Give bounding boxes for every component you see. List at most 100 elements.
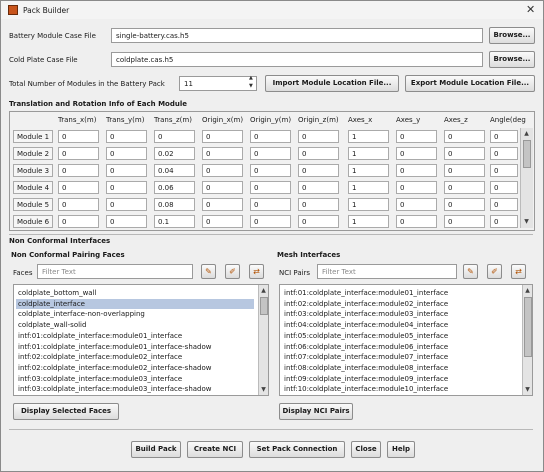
list-item[interactable]: intf:03:coldplate_interface:module03_int… (16, 374, 254, 384)
select-all-icon[interactable]: ✎ (201, 264, 216, 279)
grid-cell[interactable]: 0 (58, 215, 99, 228)
grid-cell[interactable]: 0 (396, 147, 437, 160)
browse-coldplate-button[interactable]: Browse... (489, 51, 535, 68)
grid-cell[interactable]: 0 (444, 130, 485, 143)
grid-cell[interactable]: 0 (490, 181, 518, 194)
grid-cell[interactable]: 0 (298, 198, 339, 211)
grid-cell[interactable]: 0 (250, 147, 291, 160)
import-module-location-button[interactable]: Import Module Location File... (265, 75, 399, 92)
export-module-location-button[interactable]: Export Module Location File... (405, 75, 535, 92)
list-item[interactable]: coldplate_interface (16, 298, 254, 309)
select-all-icon[interactable]: ✎ (463, 264, 478, 279)
scroll-down-icon[interactable]: ▼ (259, 385, 268, 394)
list-item[interactable]: intf:03:coldplate_interface:module03_int… (16, 384, 254, 394)
grid-cell[interactable]: 0 (396, 215, 437, 228)
invert-selection-icon[interactable]: ⇄ (511, 264, 526, 279)
grid-cell[interactable]: 0 (444, 164, 485, 177)
faces-list[interactable]: coldplate_bottom_wall coldplate_interface… (13, 284, 269, 396)
grid-cell[interactable]: 0 (490, 198, 518, 211)
grid-cell[interactable]: 0 (490, 147, 518, 160)
grid-cell[interactable]: 0 (298, 164, 339, 177)
grid-cell[interactable]: 0 (444, 181, 485, 194)
grid-cell[interactable]: 1 (348, 130, 389, 143)
grid-cell[interactable]: 0 (154, 130, 195, 143)
grid-cell[interactable]: 0 (106, 164, 147, 177)
grid-cell[interactable]: 0.06 (154, 181, 195, 194)
battery-file-field[interactable]: single-battery.cas.h5 (111, 28, 483, 43)
grid-cell[interactable]: 0 (106, 181, 147, 194)
list-item[interactable]: intf:02:coldplate_interface:module02_int… (16, 352, 254, 362)
grid-cell[interactable]: 0 (58, 164, 99, 177)
grid-cell[interactable]: 0 (396, 181, 437, 194)
grid-cell[interactable]: 0 (250, 130, 291, 143)
coldplate-file-field[interactable]: coldplate.cas.h5 (111, 52, 483, 67)
deselect-all-icon[interactable]: ✐ (225, 264, 240, 279)
invert-selection-icon[interactable]: ⇄ (249, 264, 264, 279)
grid-cell[interactable]: 0 (298, 215, 339, 228)
grid-cell[interactable]: 0 (250, 215, 291, 228)
list-item[interactable]: intf:07:coldplate_interface:module07_int… (282, 352, 518, 362)
grid-cell[interactable]: 0 (58, 130, 99, 143)
list-item[interactable]: intf:02:coldplate_interface:module02_int… (282, 299, 518, 309)
grid-cell[interactable]: 0.08 (154, 198, 195, 211)
list-item[interactable]: coldplate_interface-non-overlapping (16, 309, 254, 319)
spinner-up-icon[interactable]: ▲ (249, 75, 253, 81)
grid-cell[interactable]: 0.02 (154, 147, 195, 160)
scroll-down-icon[interactable]: ▼ (523, 385, 532, 394)
scroll-thumb[interactable] (524, 297, 532, 357)
nci-filter-input[interactable]: Filter Text (317, 264, 457, 279)
grid-cell[interactable]: 0 (202, 130, 243, 143)
list-item[interactable]: intf:10:coldplate_interface:module10_int… (282, 384, 518, 394)
scroll-up-icon[interactable]: ▲ (523, 286, 532, 295)
grid-cell[interactable]: 0 (106, 198, 147, 211)
grid-cell[interactable]: 0 (202, 215, 243, 228)
grid-cell[interactable]: 0 (106, 215, 147, 228)
grid-cell[interactable]: 0 (202, 164, 243, 177)
grid-vertical-scrollbar[interactable]: ▲ ▼ (520, 128, 533, 228)
list-item[interactable]: intf:01:coldplate_interface:module01_int… (282, 288, 518, 298)
faces-list-scrollbar[interactable]: ▲ ▼ (258, 285, 268, 395)
scroll-up-icon[interactable]: ▲ (259, 286, 268, 295)
grid-cell[interactable]: 0 (490, 130, 518, 143)
scroll-thumb[interactable] (260, 297, 268, 315)
grid-cell[interactable]: 0 (58, 147, 99, 160)
display-nci-pairs-button[interactable]: Display NCI Pairs (279, 403, 353, 420)
grid-cell[interactable]: 0 (444, 147, 485, 160)
scroll-down-icon[interactable]: ▼ (522, 217, 531, 226)
list-item[interactable]: intf:03:coldplate_interface:module03_int… (282, 309, 518, 319)
nci-list-scrollbar[interactable]: ▲ ▼ (522, 285, 532, 395)
grid-cell[interactable]: 0 (106, 147, 147, 160)
grid-cell[interactable]: 0 (298, 147, 339, 160)
list-item[interactable]: intf:05:coldplate_interface:module05_int… (282, 331, 518, 341)
grid-cell[interactable]: 0 (396, 198, 437, 211)
list-item[interactable]: intf:08:coldplate_interface:module08_int… (282, 363, 518, 373)
grid-cell[interactable]: 0 (444, 215, 485, 228)
set-pack-connection-button[interactable]: Set Pack Connection (249, 441, 345, 458)
grid-cell[interactable]: 0 (250, 198, 291, 211)
grid-cell[interactable]: 0 (490, 164, 518, 177)
close-button[interactable]: Close (351, 441, 381, 458)
grid-cell[interactable]: 0 (298, 130, 339, 143)
grid-cell[interactable]: 0.04 (154, 164, 195, 177)
faces-filter-input[interactable]: Filter Text (37, 264, 193, 279)
grid-cell[interactable]: 0 (250, 164, 291, 177)
list-item[interactable]: intf:09:coldplate_interface:module09_int… (282, 374, 518, 384)
grid-cell[interactable]: 0 (58, 198, 99, 211)
list-item[interactable]: intf:06:coldplate_interface:module06_int… (282, 342, 518, 352)
grid-cell[interactable]: 1 (348, 215, 389, 228)
grid-cell[interactable]: 0 (396, 130, 437, 143)
build-pack-button[interactable]: Build Pack (131, 441, 181, 458)
list-item[interactable]: coldplate_wall-solid (16, 320, 254, 330)
grid-cell[interactable]: 1 (348, 181, 389, 194)
grid-cell[interactable]: 1 (348, 164, 389, 177)
nci-pairs-list[interactable]: intf:01:coldplate_interface:module01_int… (279, 284, 533, 396)
grid-cell[interactable]: 0.1 (154, 215, 195, 228)
grid-cell[interactable]: 0 (298, 181, 339, 194)
grid-cell[interactable]: 0 (250, 181, 291, 194)
list-item[interactable]: intf:04:coldplate_interface:module04_int… (282, 320, 518, 330)
display-selected-faces-button[interactable]: Display Selected Faces (13, 403, 119, 420)
spinner-down-icon[interactable]: ▼ (249, 83, 253, 89)
grid-cell[interactable]: 0 (202, 181, 243, 194)
grid-cell[interactable]: 1 (348, 198, 389, 211)
create-nci-button[interactable]: Create NCI (187, 441, 243, 458)
